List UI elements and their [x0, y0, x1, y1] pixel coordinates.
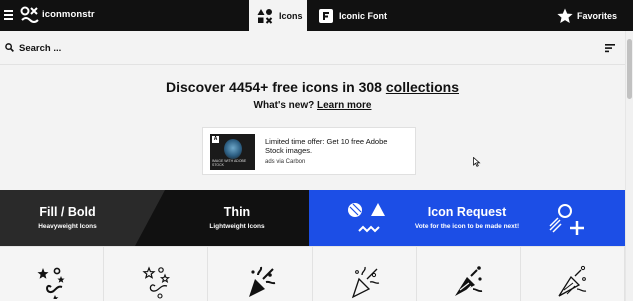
search-icon[interactable]: [5, 43, 14, 52]
favorites-button[interactable]: Favorites: [557, 0, 617, 31]
font-icon: [319, 8, 333, 23]
thin-title: Thin: [223, 205, 251, 219]
party-horn-icon: [455, 266, 483, 296]
whats-new: What's new? Learn more: [0, 100, 625, 111]
learn-more-link[interactable]: Learn more: [317, 100, 371, 111]
carbon-ad[interactable]: A IMAGE WITH ADOBE STOCK Limited time of…: [202, 127, 416, 175]
ad-portrait: [224, 139, 242, 159]
search-bar: [0, 31, 625, 65]
mouse-cursor-icon: [473, 157, 481, 167]
request-shapes-left-icon: [348, 203, 385, 233]
fill-bold-title: Fill / Bold: [39, 205, 96, 219]
search-input[interactable]: [19, 40, 539, 56]
ad-image-caption: IMAGE WITH ADOBE STOCK: [212, 159, 247, 167]
scrollbar-thumb[interactable]: [627, 39, 632, 99]
tab-iconic-font[interactable]: Iconic Font: [313, 0, 423, 31]
icon-request-title: Icon Request: [427, 205, 507, 219]
icon-cell[interactable]: [104, 247, 209, 301]
ad-text[interactable]: Limited time offer: Get 10 free Adobe St…: [265, 137, 405, 155]
whats-new-text: What's new?: [253, 100, 318, 111]
favorites-label: Favorites: [576, 10, 617, 21]
fill-bold-subtitle: Heavyweight Icons: [38, 223, 97, 230]
icon-request-banner[interactable]: Icon Request Vote for the icon to be mad…: [309, 190, 625, 246]
icon-cell[interactable]: [416, 247, 521, 301]
icon-grid: [0, 246, 626, 301]
ad-via-link[interactable]: ads via Carbon: [265, 159, 305, 165]
icon-cell[interactable]: [312, 247, 417, 301]
party-popper-thin-icon: [351, 266, 380, 299]
adobe-logo: A: [212, 136, 219, 143]
request-shapes-right-icon: [549, 204, 584, 235]
party-popper-icon: [248, 266, 276, 297]
tab-iconic-font-label: Iconic Font: [339, 10, 387, 21]
party-horn-thin-icon: [558, 265, 587, 297]
tab-icons-label: Icons: [279, 10, 303, 21]
shapes-icon: [257, 8, 273, 24]
thin-subtitle: Lightweight Icons: [209, 223, 265, 230]
logo-icon[interactable]: [20, 6, 40, 24]
page-headline: Discover 4454+ free icons in 308 collect…: [0, 79, 625, 95]
scrollbar[interactable]: [625, 31, 633, 301]
top-navbar: iconmonstr Icons Iconic Font Favorites: [0, 0, 633, 31]
icon-cell[interactable]: [208, 247, 313, 301]
menu-icon[interactable]: [4, 10, 14, 20]
party-stars-thin-icon: [142, 266, 170, 299]
icon-cell[interactable]: [0, 247, 105, 301]
sort-icon[interactable]: [605, 43, 615, 53]
ad-image[interactable]: A IMAGE WITH ADOBE STOCK: [210, 134, 255, 170]
collections-link[interactable]: collections: [386, 79, 459, 95]
tab-icons[interactable]: Icons: [249, 0, 307, 31]
logo-text[interactable]: iconmonstr: [42, 9, 95, 20]
headline-text: Discover 4454+ free icons in 308: [166, 79, 386, 95]
star-icon: [557, 8, 573, 23]
icon-request-subtitle: Vote for the icon to be made next!: [414, 223, 520, 230]
icon-cell[interactable]: [520, 247, 626, 301]
party-stars-icon: [37, 267, 65, 299]
